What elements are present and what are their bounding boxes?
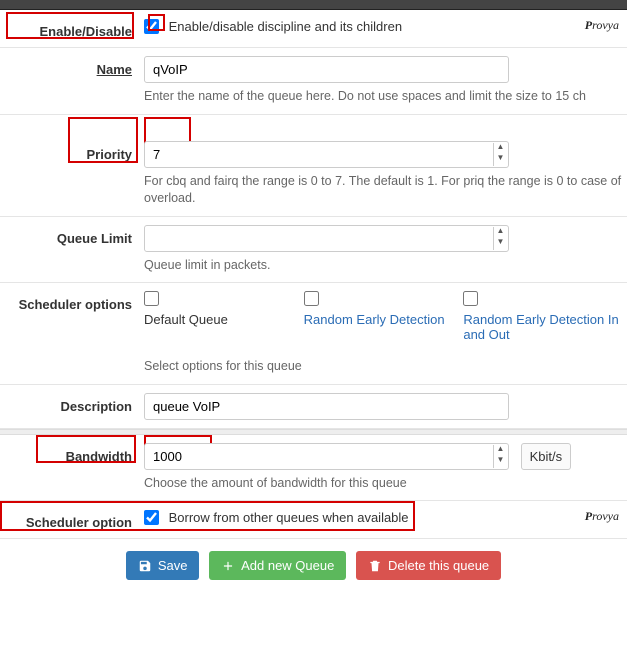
label-bandwidth: Bandwidth [4,443,144,464]
delete-queue-button[interactable]: Delete this queue [356,551,501,580]
row-scheduler-options: Scheduler options Default Queue Random E… [0,283,627,385]
name-input[interactable] [144,56,509,83]
opt-default-queue-label: Default Queue [144,312,228,327]
label-scheduler-option: Scheduler option [4,509,144,530]
priority-input[interactable] [144,141,509,168]
plus-icon [221,559,235,573]
bandwidth-unit-select[interactable]: Kbit/s [521,443,572,470]
bandwidth-input[interactable] [144,443,509,470]
opt-red-io[interactable] [463,291,478,306]
row-description: Description [0,385,627,429]
row-scheduler-option: Scheduler option Borrow from other queue… [0,501,627,539]
queue-limit-help: Queue limit in packets. [144,257,623,275]
add-queue-button[interactable]: Add new Queue [209,551,346,580]
scheduler-options-help: Select options for this queue [144,358,623,376]
row-queue-limit: Queue Limit ▲▼ Queue limit in packets. [0,217,627,284]
opt-red-io-label[interactable]: Random Early Detection In and Out [463,312,618,342]
row-priority: Priority ▲▼ For cbq and fairq the range … [0,133,627,217]
qlimit-down[interactable]: ▼ [494,238,507,250]
save-button[interactable]: Save [126,551,200,580]
description-input[interactable] [144,393,509,420]
label-priority: Priority [4,141,144,162]
save-icon [138,559,152,573]
opt-default-queue[interactable] [144,291,159,306]
priority-down[interactable]: ▼ [494,154,507,166]
label-name: Name [97,62,132,77]
row-enable: Enable/Disable Enable/disable discipline… [0,10,627,48]
trash-icon [368,559,382,573]
borrow-checkbox[interactable] [144,510,159,525]
label-enable: Enable/Disable [4,18,144,39]
row-bandwidth: Bandwidth ▲▼ Kbit/s Choose the amount of… [0,435,627,502]
opt-red[interactable] [304,291,319,306]
row-name: Name Enter the name of the queue here. D… [0,48,627,115]
label-queue-limit: Queue Limit [4,225,144,246]
bw-down[interactable]: ▼ [494,456,507,468]
top-bar [0,0,627,10]
borrow-text: Borrow from other queues when available [169,510,409,525]
button-bar: Save Add new Queue Delete this queue [0,539,627,598]
priority-help: For cbq and fairq the range is 0 to 7. T… [144,173,623,208]
watermark-logo-2: Provya [585,509,619,524]
label-scheduler-options: Scheduler options [4,291,144,312]
enable-text: Enable/disable discipline and its childr… [169,19,402,34]
enable-checkbox[interactable] [144,19,159,34]
opt-red-label[interactable]: Random Early Detection [304,312,445,327]
queue-limit-input[interactable] [144,225,509,252]
watermark-logo: Provya [585,18,619,33]
label-description: Description [4,393,144,414]
name-help: Enter the name of the queue here. Do not… [144,88,623,106]
bandwidth-help: Choose the amount of bandwidth for this … [144,475,623,493]
